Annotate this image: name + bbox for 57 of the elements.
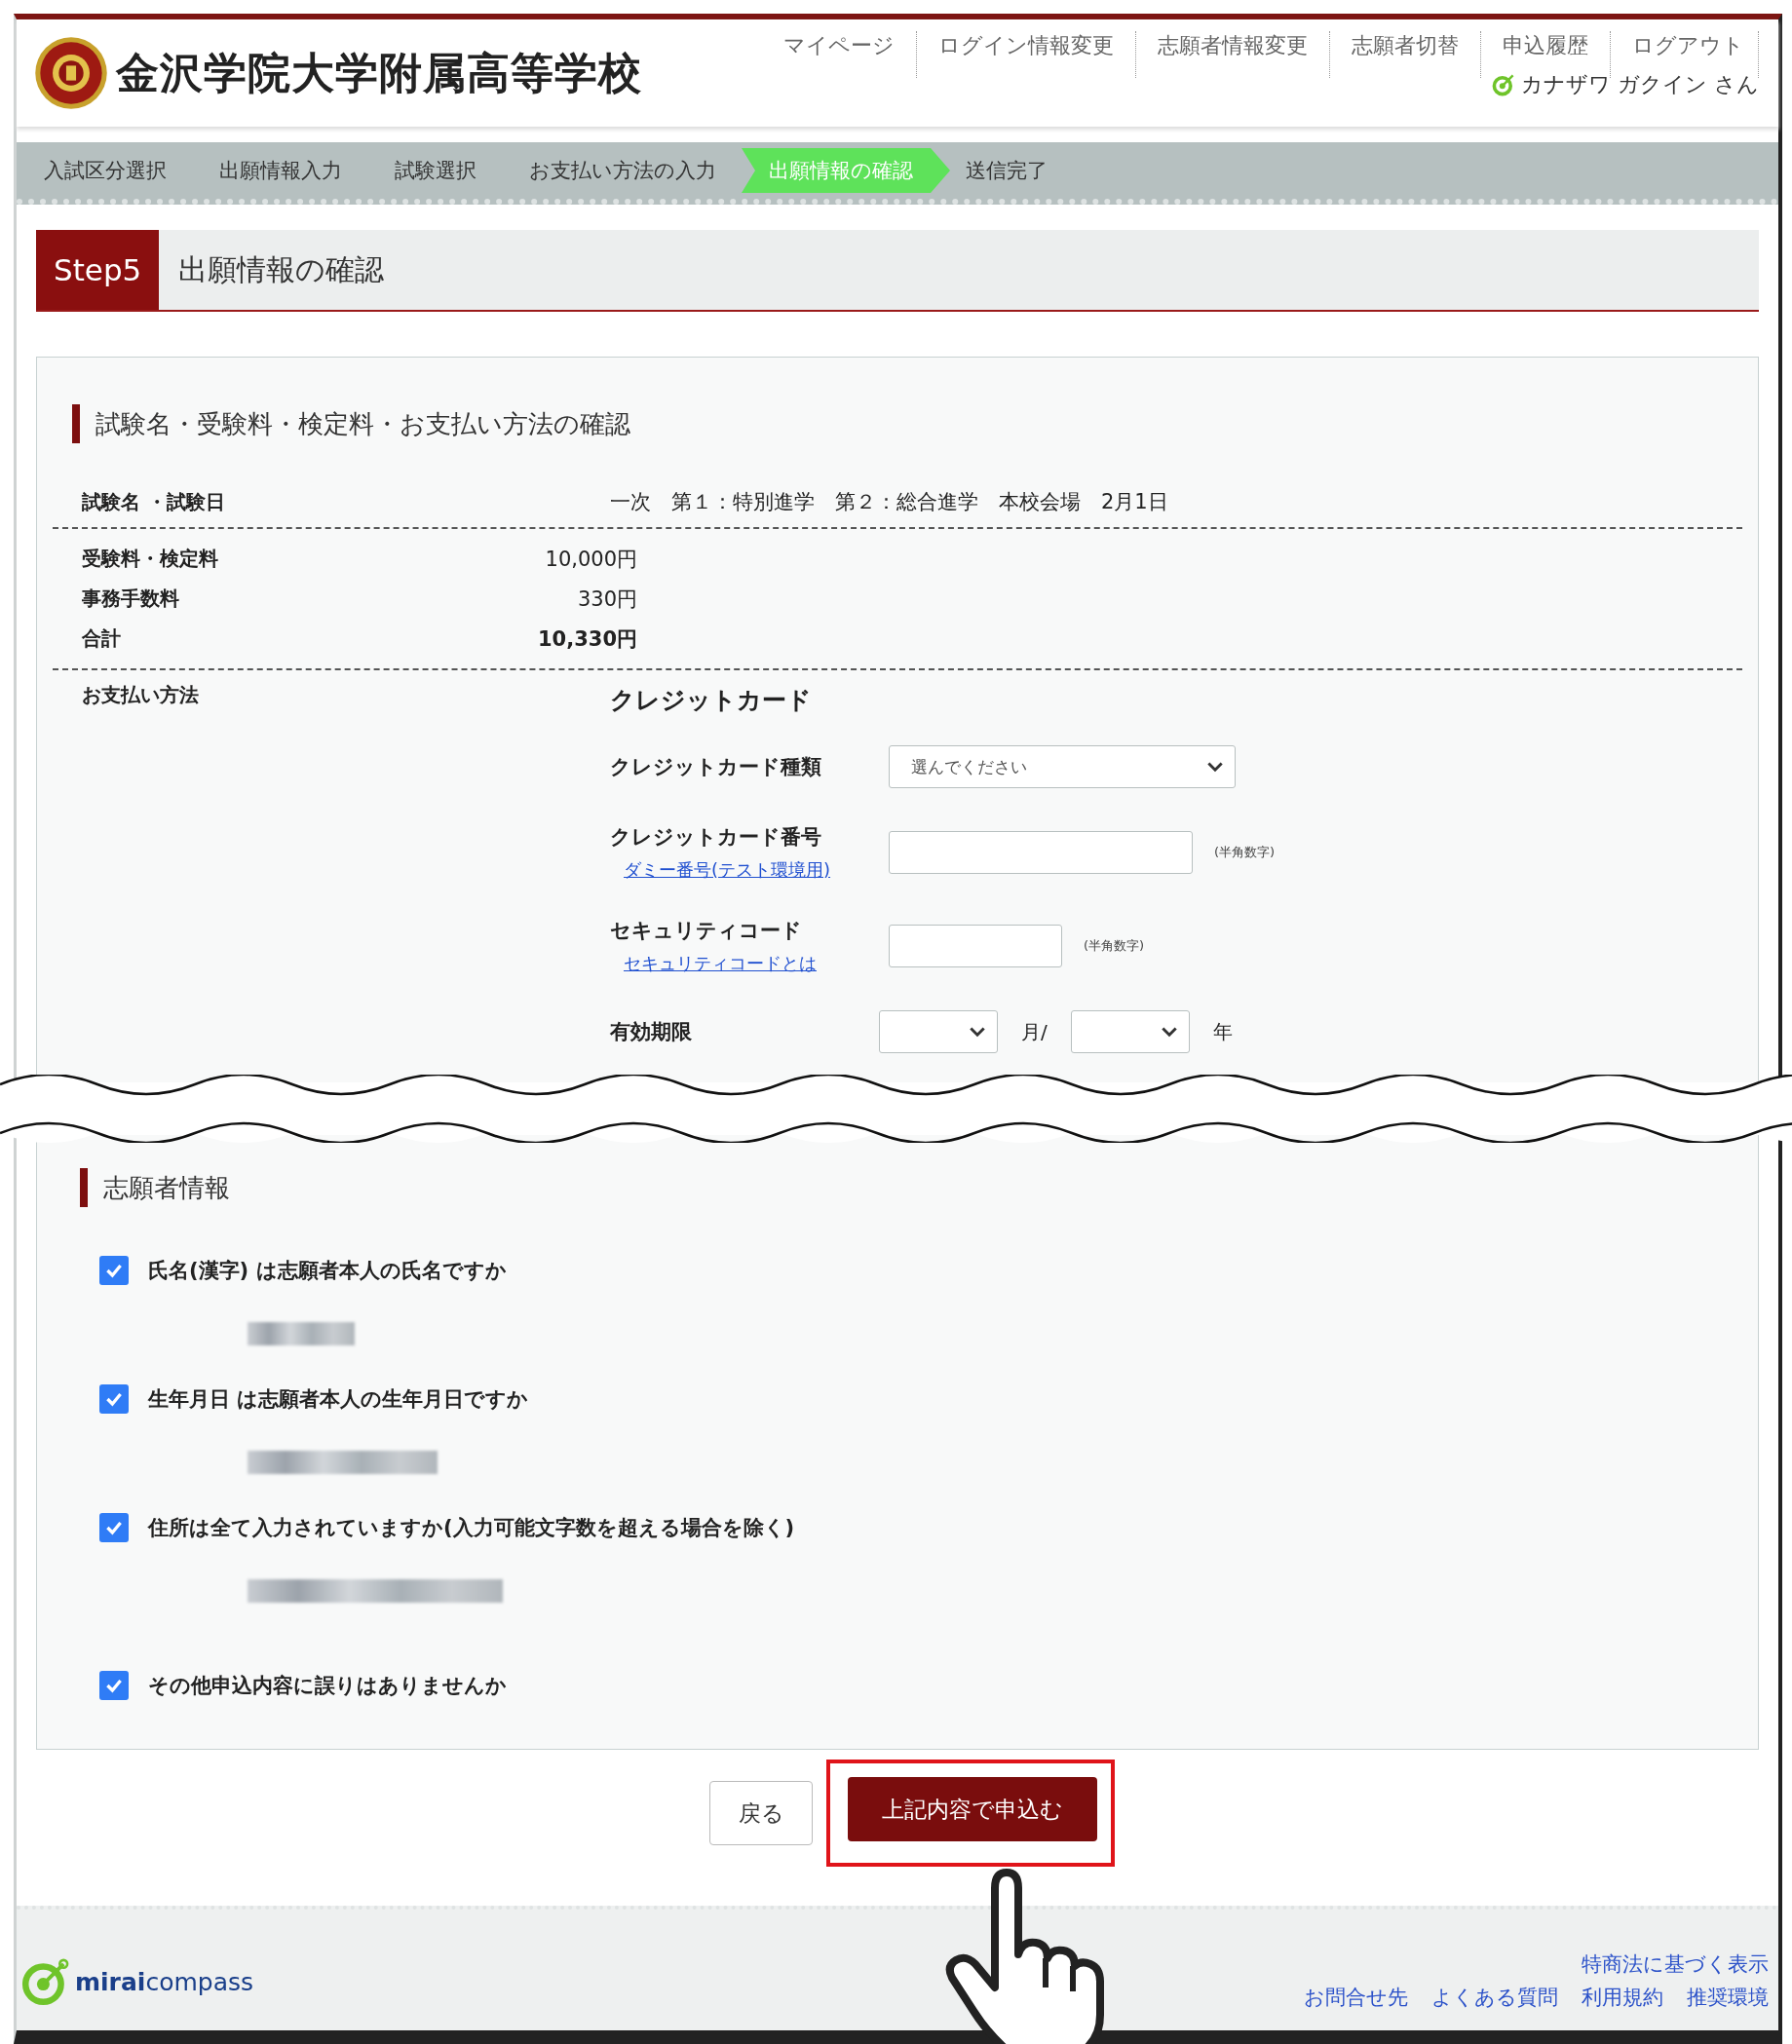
footer-link[interactable]: 利用規約 [1582,1984,1663,2011]
school-emblem-icon [34,36,108,110]
section-heading: 志願者情報 [103,1171,230,1204]
brand-name: miraicompass [75,1967,254,1996]
input-field[interactable] [889,925,1062,967]
fee-amount: 330円 [576,586,637,613]
footer-link[interactable]: よくある質問 [1431,1984,1558,2011]
chevron-down-icon [970,1026,985,1038]
help-link[interactable]: ダミー番号(テスト環境用) [624,858,889,882]
checkbox[interactable] [99,1256,129,1285]
check-question: 住所は全て入力されていますか(入力可能文字数を超える場合を除く) [148,1515,795,1541]
chevron-down-icon [1207,761,1223,773]
user-compass-icon [1492,73,1515,96]
section-heading: 試験名・受験料・検定料・お支払い方法の確認 [95,407,630,440]
nav-link[interactable]: マイページ [762,31,917,78]
card-type-dropdown[interactable]: 選んでください [889,745,1236,788]
field-note: (半角数字) [1084,937,1145,955]
field-note: (半角数字) [1214,844,1276,861]
fee-amount: 10,330円 [536,625,637,653]
row-label: お支払い方法 [81,682,200,708]
checkbox[interactable] [99,1513,129,1542]
nav-link[interactable]: 志願者切替 [1330,31,1481,78]
nav-link[interactable]: 志願者情報変更 [1136,31,1330,78]
fee-amount: 10,000円 [544,546,637,573]
footer-link[interactable]: 特商法に基づく表示 [1582,1950,1769,1978]
progress-step: 出願情報の確認 [742,148,950,193]
unit-label: 年 [1212,1018,1233,1045]
help-link[interactable]: セキュリティコードとは [624,952,889,975]
check-question: 生年月日 は志願者本人の生年月日ですか [148,1386,529,1413]
input-field[interactable] [889,831,1193,874]
unit-label: 月/ [1021,1018,1048,1045]
step-label: Step5 [36,230,160,310]
check-question: その他申込内容に誤りはありませんか [148,1673,507,1699]
compass-logo-icon [20,1956,71,2007]
back-button[interactable]: 戻る [709,1781,813,1845]
payment-method: クレジットカード [610,685,813,716]
chevron-down-icon [1161,1026,1177,1038]
submit-button[interactable]: 上記内容で申込む [848,1777,1097,1841]
check-question: 氏名(漢字) は志願者本人の氏名ですか [148,1258,507,1284]
nav-link[interactable]: ログイン情報変更 [917,31,1136,78]
footer-link[interactable]: 推奨環境 [1687,1984,1769,2011]
page-title: 出願情報の確認 [178,250,385,288]
accent-bar [80,1168,88,1207]
field-label: セキュリティコード [610,918,803,944]
accent-bar [72,404,80,443]
checkbox[interactable] [99,1384,129,1414]
row-label: 合計 [81,625,122,652]
footer-link[interactable]: お問合せ先 [1304,1984,1408,2011]
checkbox[interactable] [99,1671,129,1700]
school-name: 金沢学院大学附属高等学校 [116,46,642,99]
row-label: 事務手数料 [81,586,180,612]
row-label: 試験名 ・試験日 [81,488,226,515]
field-label: クレジットカード種類 [610,754,822,780]
row-label: 受験料・検定料 [81,546,219,572]
field-label: 有効期限 [610,1019,693,1045]
field-label: クレジットカード番号 [610,824,822,851]
exam-value: 一次 第１：特別進学 第２：総合進学 本校会場 2月1日 [610,489,1168,515]
